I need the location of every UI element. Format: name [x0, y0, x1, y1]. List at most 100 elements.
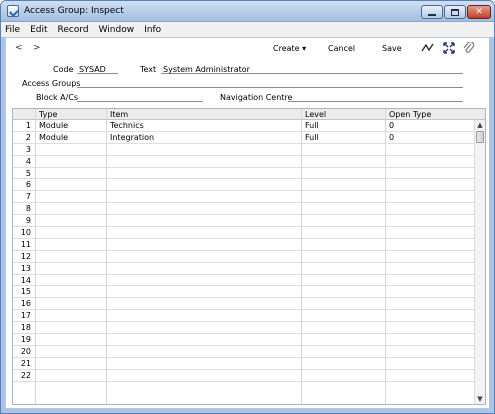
cell-level[interactable]: Full: [305, 133, 319, 142]
table-row[interactable]: 17: [13, 310, 474, 323]
table-row[interactable]: 20: [13, 346, 474, 358]
table-row[interactable]: 15: [13, 286, 474, 299]
row-number: 6: [25, 180, 31, 190]
row-number: 22: [20, 370, 31, 380]
save-button[interactable]: Save: [382, 44, 402, 53]
access-grid: Type Item Level Open Type 1 Module Technic…: [12, 108, 486, 405]
access-group-window: Access Group: Inspect ✕ File Edit Record…: [0, 0, 495, 414]
access-groups-label: Access Groups: [22, 79, 81, 88]
cell-open-type[interactable]: 0: [389, 121, 394, 130]
column-header-type[interactable]: Type: [39, 110, 57, 119]
table-row[interactable]: 3: [13, 144, 474, 156]
record-content: < > Create ▾ Cancel Save Code SYSAD Text…: [5, 37, 490, 409]
code-value: SYSAD: [79, 65, 106, 74]
row-number: 3: [25, 144, 31, 154]
table-row[interactable]: 10: [13, 227, 474, 239]
minimize-button[interactable]: [421, 5, 443, 19]
row-number: 20: [20, 346, 31, 356]
cell-type[interactable]: Module: [39, 121, 68, 130]
cell-item[interactable]: Integration: [110, 133, 154, 142]
close-button[interactable]: ✕: [467, 5, 491, 19]
table-row[interactable]: 8: [13, 203, 474, 216]
text-label: Text: [140, 65, 157, 74]
close-icon: ✕: [475, 7, 483, 17]
wave-icon[interactable]: [421, 42, 435, 54]
table-row[interactable]: 11: [13, 239, 474, 251]
row-number: 7: [25, 192, 31, 202]
app-icon: [7, 5, 19, 17]
access-groups-field[interactable]: [77, 77, 463, 88]
row-number: 4: [25, 156, 31, 166]
paperclip-icon[interactable]: [462, 42, 476, 54]
table-row[interactable]: 4: [13, 156, 474, 168]
row-number: 10: [20, 228, 31, 238]
row-number: 21: [20, 358, 31, 368]
expand-icon[interactable]: [442, 42, 456, 54]
table-row[interactable]: 21: [13, 358, 474, 370]
navigation-centre-field[interactable]: [288, 91, 463, 102]
grid-rows: 1 Module Technics Full 0 2 Module Integration Fu…: [13, 120, 474, 382]
scroll-up-icon[interactable]: ▲: [475, 120, 485, 130]
vertical-scrollbar[interactable]: ▲ ▼: [474, 120, 485, 404]
table-row[interactable]: 5: [13, 168, 474, 180]
row-number: 13: [20, 263, 31, 273]
table-row[interactable]: 14: [13, 275, 474, 287]
row-number: 14: [20, 275, 31, 285]
toolbar: < > Create ▾ Cancel Save: [6, 38, 489, 60]
menu-record[interactable]: Record: [58, 25, 89, 35]
row-number: 5: [25, 168, 31, 178]
table-row[interactable]: 1 Module Technics Full 0: [13, 120, 474, 132]
table-row[interactable]: 9: [13, 215, 474, 228]
maximize-button[interactable]: [444, 5, 466, 19]
menu-window[interactable]: Window: [99, 25, 135, 35]
row-number: 19: [20, 335, 31, 345]
row-number: 11: [20, 239, 31, 249]
row-number: 8: [25, 204, 31, 214]
scroll-thumb[interactable]: [476, 131, 484, 143]
maximize-icon: [451, 8, 459, 16]
cell-level[interactable]: Full: [305, 121, 319, 130]
row-number: 15: [20, 287, 31, 297]
window-title: Access Group: Inspect: [24, 6, 124, 16]
column-header-level[interactable]: Level: [305, 110, 326, 119]
row-number: 16: [20, 299, 31, 309]
menu-file[interactable]: File: [5, 25, 20, 35]
row-number: 18: [20, 323, 31, 333]
table-row[interactable]: 18: [13, 322, 474, 335]
create-dropdown-icon: ▾: [299, 44, 307, 53]
create-label: Create: [273, 44, 300, 53]
cancel-button[interactable]: Cancel: [328, 44, 355, 53]
row-number: 12: [20, 251, 31, 261]
column-header-item[interactable]: Item: [110, 110, 128, 119]
code-label: Code: [53, 65, 74, 74]
cell-type[interactable]: Module: [39, 133, 68, 142]
table-row[interactable]: 19: [13, 334, 474, 346]
cell-open-type[interactable]: 0: [389, 133, 394, 142]
navigation-centre-label: Navigation Centre: [220, 93, 293, 102]
table-row[interactable]: 2 Module Integration Full 0: [13, 132, 474, 144]
menu-bar: File Edit Record Window Info: [1, 22, 494, 37]
block-acs-field[interactable]: [77, 91, 203, 102]
row-number: 17: [20, 311, 31, 321]
cell-item[interactable]: Technics: [110, 121, 144, 130]
next-record-button[interactable]: >: [33, 43, 41, 53]
table-row[interactable]: 6: [13, 179, 474, 192]
table-row[interactable]: 22: [13, 370, 474, 382]
previous-record-button[interactable]: <: [15, 43, 23, 53]
title-bar[interactable]: Access Group: Inspect ✕: [1, 1, 494, 22]
block-acs-label: Block A/Cs: [36, 93, 79, 102]
menu-info[interactable]: Info: [144, 25, 161, 35]
row-number: 2: [25, 132, 31, 142]
create-button[interactable]: Create ▾: [273, 44, 306, 53]
row-number: 1: [25, 121, 31, 130]
row-number: 9: [25, 216, 31, 226]
minimize-icon: [428, 13, 436, 16]
column-header-open-type[interactable]: Open Type: [389, 110, 431, 119]
text-value: System Administrator: [163, 65, 250, 74]
table-row[interactable]: 13: [13, 263, 474, 275]
table-row[interactable]: 12: [13, 251, 474, 263]
scroll-down-icon[interactable]: ▼: [475, 394, 485, 404]
table-row[interactable]: 16: [13, 298, 474, 311]
table-row[interactable]: 7: [13, 191, 474, 204]
menu-edit[interactable]: Edit: [30, 25, 47, 35]
